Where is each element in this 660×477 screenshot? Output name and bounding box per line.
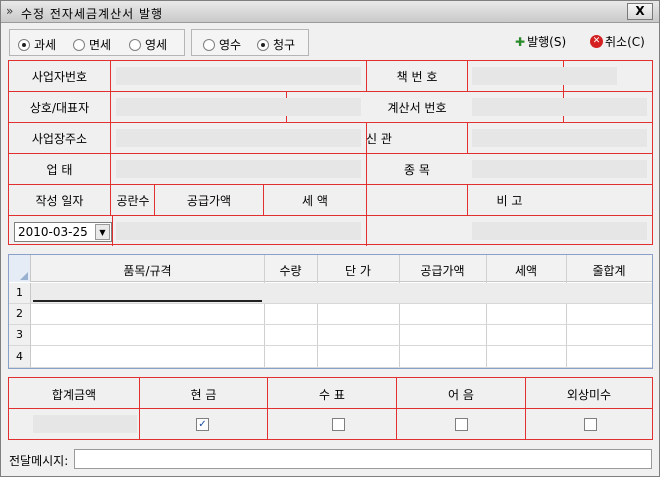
invoice-dialog: » 수정 전자세금계산서 발행 X 과세 면세 영세 영수 청구 ✚ 발행(S)… (0, 0, 660, 477)
col-unit-price[interactable]: 단 가 (317, 262, 399, 279)
dropdown-arrow-icon[interactable]: ▼ (95, 224, 110, 240)
company-field[interactable] (116, 98, 361, 116)
check-label: 수 표 (319, 388, 345, 402)
cash-checkbox[interactable]: ✓ (196, 418, 209, 431)
close-button[interactable]: X (627, 3, 653, 20)
radio-receipt[interactable]: 영수 (203, 36, 241, 53)
window-title: 수정 전자세금계산서 발행 (21, 7, 164, 21)
radio-label: 영수 (219, 38, 242, 52)
check-checkbox[interactable] (332, 418, 345, 431)
issue-button-label: 발행(S) (527, 35, 567, 49)
radio-dot-icon (18, 38, 30, 51)
note-label: 비 고 (496, 194, 523, 208)
row-number[interactable]: 3 (9, 325, 31, 346)
message-input[interactable] (74, 449, 652, 469)
total-amount-label: 합계금액 (51, 388, 97, 402)
date-picker[interactable]: 2010-03-25 ▼ (14, 222, 112, 242)
radio-dot-icon (73, 38, 85, 51)
row-number[interactable]: 4 (9, 346, 31, 368)
col-item-spec[interactable]: 품목/규격 (31, 262, 264, 279)
address-label: 사업장주소 (31, 132, 88, 146)
payment-totals: 합계금액 현 금 수 표 어 음 외상미수 ✓ (8, 377, 653, 440)
select-all-corner[interactable] (9, 255, 31, 282)
col-tax[interactable]: 세액 (486, 262, 566, 279)
radio-dot-icon (129, 38, 141, 51)
message-label: 전달메시지: (9, 454, 69, 468)
supply-amount-label: 공급가액 (186, 194, 232, 208)
grid-header: 품목/규격 수량 단 가 공급가액 세액 줄합계 (9, 255, 652, 282)
business-type-field[interactable] (116, 160, 361, 178)
total-amount-field[interactable] (33, 415, 137, 433)
table-row[interactable] (31, 325, 652, 346)
company-label: 상호/대표자 (29, 101, 90, 115)
col-supply-amount[interactable]: 공급가액 (399, 262, 486, 279)
cash-label: 현 금 (190, 388, 217, 402)
title-bar[interactable]: » 수정 전자세금계산서 발행 X (1, 1, 659, 23)
radio-claim[interactable]: 청구 (257, 36, 295, 53)
radio-label: 영세 (145, 38, 168, 52)
invoice-no-label: 계산서 번호 (387, 101, 447, 115)
item-type-field[interactable] (472, 160, 647, 178)
amount-summary-field[interactable] (116, 222, 361, 240)
invoice-header-form: 사업자번호 책 번 호 상호/대표자 계산서 번호 사업장주소 신 관 업 태 … (8, 60, 653, 246)
tax-label: 세 액 (302, 194, 328, 208)
table-row[interactable] (31, 304, 652, 325)
radio-label: 면세 (89, 38, 112, 52)
row-number[interactable]: 2 (9, 304, 31, 325)
book-no-label: 책 번 호 (396, 70, 438, 84)
table-row[interactable] (31, 346, 652, 368)
address-field[interactable] (116, 129, 361, 147)
business-type-label: 업 태 (46, 163, 73, 177)
date-label: 작성 일자 (35, 194, 84, 208)
address-detail-field[interactable] (472, 129, 647, 147)
date-value: 2010-03-25 (18, 225, 88, 239)
bill-label: 어 음 (448, 388, 474, 402)
credit-label: 외상미수 (566, 388, 612, 402)
radio-dot-icon (257, 38, 269, 51)
note-field[interactable] (472, 222, 647, 240)
relation-label: 신 관 (366, 132, 392, 146)
business-no-field[interactable] (116, 67, 361, 85)
radio-zero-rated[interactable]: 영세 (129, 36, 167, 53)
col-quantity[interactable]: 수량 (264, 262, 317, 279)
receipt-type-group: 영수 청구 (191, 29, 309, 56)
items-grid: 품목/규격 수량 단 가 공급가액 세액 줄합계 1 2 3 4 (8, 254, 653, 369)
col-line-total[interactable]: 줄합계 (566, 262, 652, 279)
radio-taxable[interactable]: 과세 (18, 36, 56, 53)
cancel-icon: ✕ (590, 35, 603, 48)
radio-exempt[interactable]: 면세 (73, 36, 111, 53)
bill-checkbox[interactable] (455, 418, 468, 431)
table-row[interactable] (31, 283, 652, 304)
window-icon: » (6, 4, 14, 18)
radio-label: 청구 (273, 38, 296, 52)
radio-label: 과세 (34, 38, 57, 52)
cancel-button-label: 취소(C) (605, 35, 645, 49)
invoice-no-field[interactable] (472, 98, 647, 116)
blank-count-label: 공란수 (116, 194, 150, 208)
item-type-label: 종 목 (404, 163, 430, 177)
radio-dot-icon (203, 38, 215, 51)
row-number[interactable]: 1 (9, 283, 31, 304)
book-no-field[interactable] (472, 67, 617, 85)
cancel-button[interactable]: ✕ 취소(C) (590, 33, 645, 50)
business-no-label: 사업자번호 (31, 70, 88, 84)
active-cell[interactable] (33, 286, 262, 302)
credit-checkbox[interactable] (584, 418, 597, 431)
tax-type-group: 과세 면세 영세 (9, 29, 185, 56)
issue-button[interactable]: ✚ 발행(S) (515, 33, 566, 50)
issue-icon: ✚ (515, 34, 526, 49)
